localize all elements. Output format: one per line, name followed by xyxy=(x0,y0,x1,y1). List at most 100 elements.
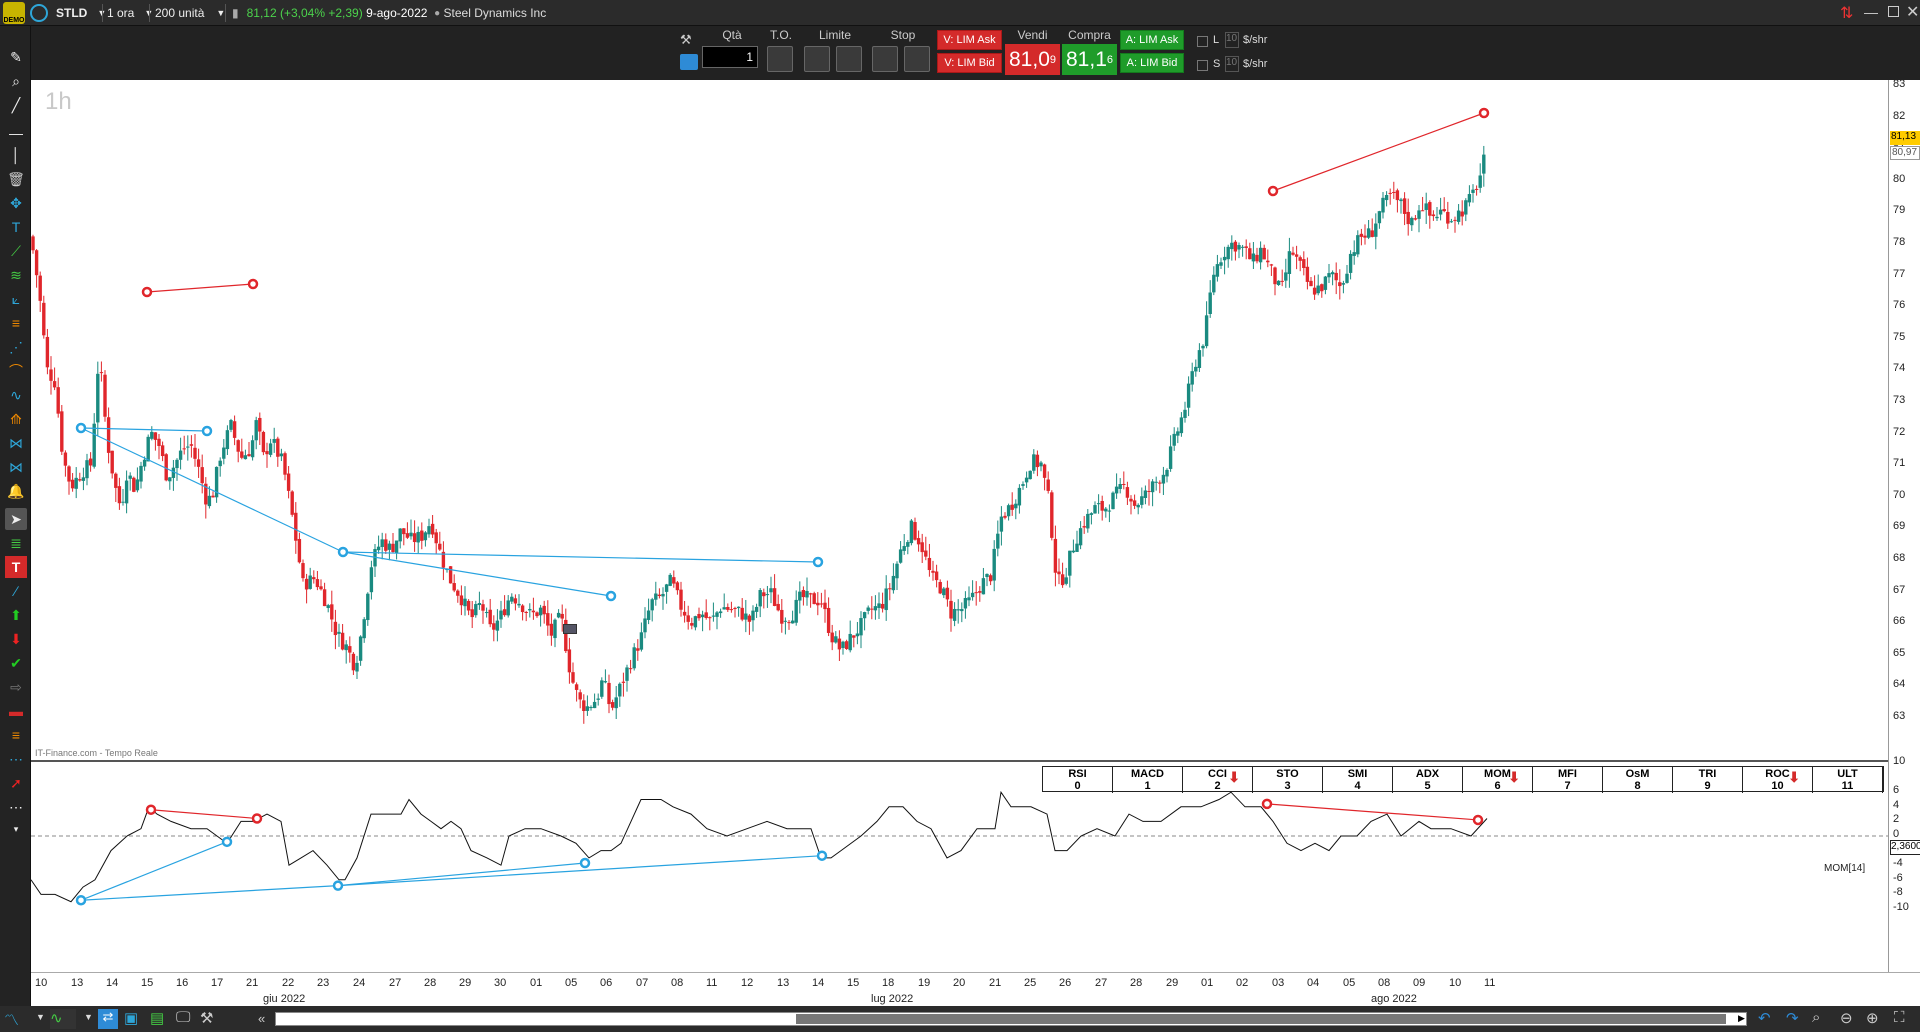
scrollbar-thumb[interactable] xyxy=(796,1014,1726,1024)
scroll-right-icon[interactable]: ▶ xyxy=(1738,1013,1745,1024)
indicator-cell[interactable]: CCI 2 ⬇ xyxy=(1183,767,1253,793)
indicator-cell[interactable]: MOM 6 ⬇ xyxy=(1463,767,1533,793)
indicator-cell[interactable]: MACD 1 xyxy=(1113,767,1183,793)
s-checkbox[interactable] xyxy=(1197,60,1208,71)
maximize-icon[interactable] xyxy=(1888,6,1899,17)
buy-price-button[interactable]: 81,1 6 xyxy=(1062,44,1117,75)
line-tool-icon[interactable]: ╱ xyxy=(5,94,27,116)
alert-icon[interactable]: 🔔 xyxy=(5,480,27,502)
momentum-pane[interactable]: RSI 0 MACD 1 CCI 2 ⬇ STO 3 SMI 4 ADX 5 MOM 6 ⬇ MFI 7 OsM 8 T… xyxy=(31,762,1888,972)
buy-lim-ask-button[interactable]: A: LIM Ask xyxy=(1120,30,1184,50)
indicator-cell[interactable]: ROC 10 ⬇ xyxy=(1743,767,1813,793)
expand-down-icon[interactable]: ▾ xyxy=(5,818,27,840)
ruler-icon[interactable]: ▬ xyxy=(5,700,27,722)
sync-icon[interactable]: ⇅ xyxy=(1840,3,1853,23)
l-checkbox[interactable] xyxy=(1197,36,1208,47)
indicator-cell[interactable]: RSI 0 xyxy=(1043,767,1113,793)
stop-sell-button[interactable] xyxy=(904,46,930,72)
price-chart[interactable]: 1h IT-Finance.com - Tempo Reale xyxy=(31,80,1888,760)
indicator-cell[interactable]: ULT 11 xyxy=(1813,767,1883,793)
zoom-in-icon[interactable]: ⊕ xyxy=(1866,1009,1879,1027)
price-axis[interactable]: 8382818079787776757473727170696867666564… xyxy=(1888,78,1920,972)
refresh-icon[interactable] xyxy=(30,4,48,22)
time-axis[interactable]: 10 13 14 15 16 17 21 22 23 24 27 28 29 30 01 05 06 07 08 11… xyxy=(31,972,1920,1006)
chevron-down-icon[interactable]: ▼ xyxy=(84,1012,93,1022)
chevron-down-icon[interactable]: ▼ xyxy=(36,1012,45,1022)
check-icon[interactable]: ✔ xyxy=(5,652,27,674)
sell-arrow-icon[interactable]: ⬇ xyxy=(5,628,27,650)
stop-buy-button[interactable] xyxy=(872,46,898,72)
candle-body xyxy=(780,609,784,624)
sell-lim-ask-button[interactable]: V: LIM Ask xyxy=(937,30,1002,50)
scroll-left-icon[interactable]: « xyxy=(258,1011,265,1026)
indicator-cell[interactable]: MFI 7 xyxy=(1533,767,1603,793)
hline-icon[interactable]: — xyxy=(5,122,27,144)
cycle-icon[interactable]: ∿ xyxy=(5,384,27,406)
order-icon[interactable]: ≣ xyxy=(5,532,27,554)
l-value-input[interactable]: 10 xyxy=(1225,32,1239,48)
close-icon[interactable]: ✕ xyxy=(1906,2,1919,22)
candlestick-svg xyxy=(31,107,1490,724)
to-button[interactable] xyxy=(767,46,793,72)
measure-icon[interactable]: ⋯ xyxy=(5,748,27,770)
qty-input[interactable]: 1 xyxy=(702,46,758,68)
brush-icon[interactable]: ∕ xyxy=(5,580,27,602)
diag-arrow-icon[interactable]: ➚ xyxy=(5,772,27,794)
indicator-cell[interactable]: TRI 9 xyxy=(1673,767,1743,793)
zoom-fit-icon[interactable]: ⌕ xyxy=(1812,1009,1820,1026)
indicator-cell[interactable]: STO 3 xyxy=(1253,767,1323,793)
candle-body xyxy=(1384,195,1389,201)
trendline-icon[interactable]: ⟋ xyxy=(5,240,27,262)
s-value-input[interactable]: 10 xyxy=(1225,56,1239,72)
fib-fan-icon[interactable]: ⋰ xyxy=(5,336,27,358)
sell-price-button[interactable]: 81,0 9 xyxy=(1005,44,1060,75)
monitor-icon[interactable]: 🖵 xyxy=(176,1009,190,1026)
text-tool-icon[interactable]: T xyxy=(5,216,27,238)
price-axis-label: 69 xyxy=(1893,520,1906,533)
layout-icon[interactable]: ▣ xyxy=(124,1009,138,1027)
symbol-dropdown[interactable]: STLD▼ xyxy=(56,3,106,23)
move-icon[interactable]: ✥ xyxy=(5,192,27,214)
bars-compare-icon[interactable]: ▤ xyxy=(150,1009,164,1027)
limit-sell-button[interactable] xyxy=(836,46,862,72)
vline-icon[interactable]: │ xyxy=(5,144,27,166)
candle-body xyxy=(906,542,910,547)
pattern-icon[interactable]: ⋈ xyxy=(5,456,27,478)
pencil-icon[interactable]: ✎ xyxy=(5,46,27,68)
share-icon[interactable]: ⇄ xyxy=(98,1009,118,1029)
arrow-right-icon[interactable]: ⇨ xyxy=(5,676,27,698)
sell-lim-bid-button[interactable]: V: LIM Bid xyxy=(937,53,1002,73)
undo-icon[interactable]: ↶ xyxy=(1758,1009,1771,1027)
fibonacci-icon[interactable]: ≡ xyxy=(5,312,27,334)
layers-icon[interactable]: ≡ xyxy=(5,724,27,746)
tools-icon[interactable]: ⚒ xyxy=(200,1009,213,1027)
zoom-out-icon[interactable]: ⊖ xyxy=(1840,1009,1853,1027)
indicators-icon[interactable]: ∿ xyxy=(50,1009,76,1029)
indicator-cell[interactable]: SMI 4 xyxy=(1323,767,1393,793)
wave-icon[interactable]: ⋈ xyxy=(5,432,27,454)
more-icon[interactable]: ⋯ xyxy=(5,796,27,818)
limit-buy-button[interactable] xyxy=(804,46,830,72)
gann-icon[interactable]: ⟀ xyxy=(5,288,27,310)
trash-icon[interactable]: 🗑 xyxy=(5,168,27,190)
units-dropdown[interactable]: 200 unità ▼ xyxy=(155,3,225,23)
redo-icon[interactable]: ↷ xyxy=(1786,1009,1799,1027)
timeframe-dropdown[interactable]: 1 ora▼ xyxy=(107,3,153,23)
buy-arrow-icon[interactable]: ⬆ xyxy=(5,604,27,626)
fullscreen-icon[interactable]: ⛶ xyxy=(1894,1009,1905,1026)
chart-style-icon[interactable]: 〽 xyxy=(4,1009,30,1029)
keypad-icon[interactable] xyxy=(680,54,698,70)
minimize-icon[interactable]: — xyxy=(1864,4,1878,20)
candle-body xyxy=(1482,154,1486,174)
channel-icon[interactable]: ≋ xyxy=(5,264,27,286)
indicator-cell[interactable]: ADX 5 xyxy=(1393,767,1463,793)
horizontal-scrollbar[interactable] xyxy=(275,1012,1747,1026)
buy-lim-bid-button[interactable]: A: LIM Bid xyxy=(1120,53,1184,73)
zoom-icon[interactable]: ⌕ xyxy=(5,70,27,92)
cursor-icon[interactable]: ➤ xyxy=(5,508,27,530)
fib-arc-icon[interactable]: ⌒ xyxy=(5,360,27,382)
trade-text-icon[interactable]: T xyxy=(5,556,27,578)
indicator-cell[interactable]: OsM 8 xyxy=(1603,767,1673,793)
settings-icon[interactable]: ⚒ xyxy=(680,32,698,48)
andrews-icon[interactable]: ⟰ xyxy=(5,408,27,430)
